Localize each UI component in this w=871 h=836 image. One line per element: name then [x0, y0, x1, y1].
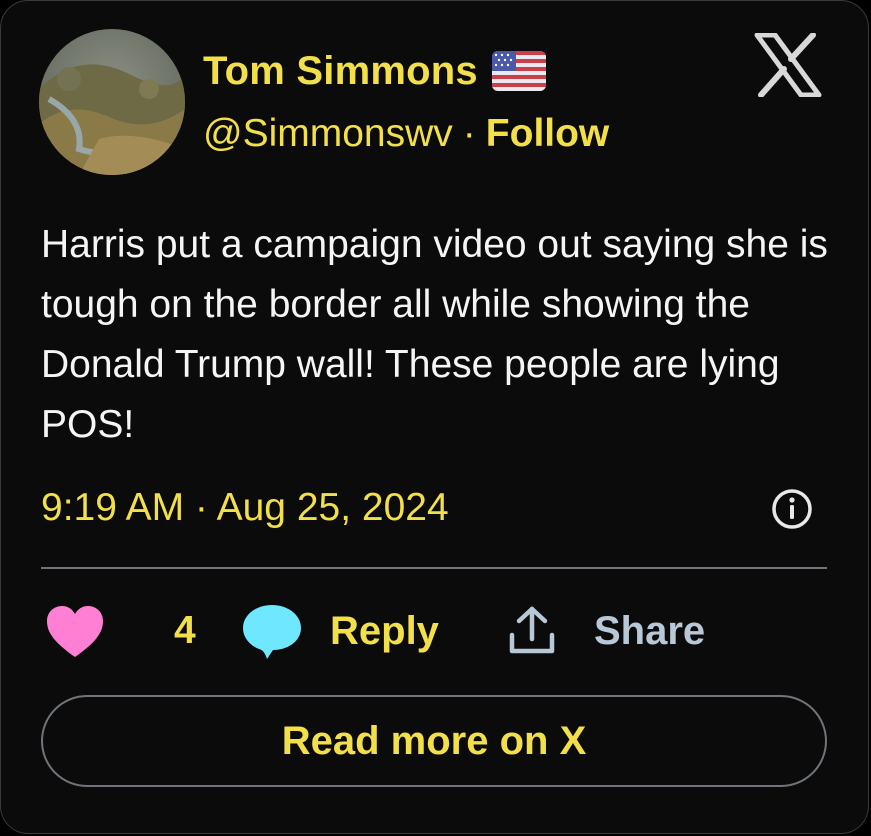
follow-button[interactable]: Follow [486, 112, 609, 156]
reply-button[interactable]: Reply [330, 603, 439, 659]
read-more-button[interactable]: Read more on X [41, 695, 827, 787]
share-icon[interactable] [507, 605, 557, 657]
x-logo-icon[interactable] [753, 32, 823, 98]
author-handle-row: @Simmonswv · Follow [203, 107, 609, 161]
author-name-row: Tom Simmons [203, 43, 546, 99]
separator-dot: · [462, 112, 476, 155]
divider [41, 567, 827, 569]
avatar[interactable] [39, 29, 185, 175]
author-name[interactable]: Tom Simmons [203, 49, 478, 94]
info-icon[interactable] [770, 487, 814, 531]
like-count[interactable]: 4 [174, 603, 196, 659]
us-flag-icon [491, 51, 546, 91]
tweet-text: Harris put a campaign video out saying s… [41, 223, 828, 446]
heart-icon[interactable] [45, 605, 105, 659]
reply-bubble-icon[interactable] [241, 603, 303, 661]
author-handle[interactable]: @Simmonswv [203, 112, 453, 156]
share-button[interactable]: Share [594, 603, 705, 659]
tweet-timestamp[interactable]: 9:19 AM · Aug 25, 2024 [41, 481, 449, 535]
action-bar: 4 Reply Share [41, 599, 831, 663]
tweet-card: Tom Simmons @Simmonswv · Follow Harris p… [0, 0, 869, 834]
